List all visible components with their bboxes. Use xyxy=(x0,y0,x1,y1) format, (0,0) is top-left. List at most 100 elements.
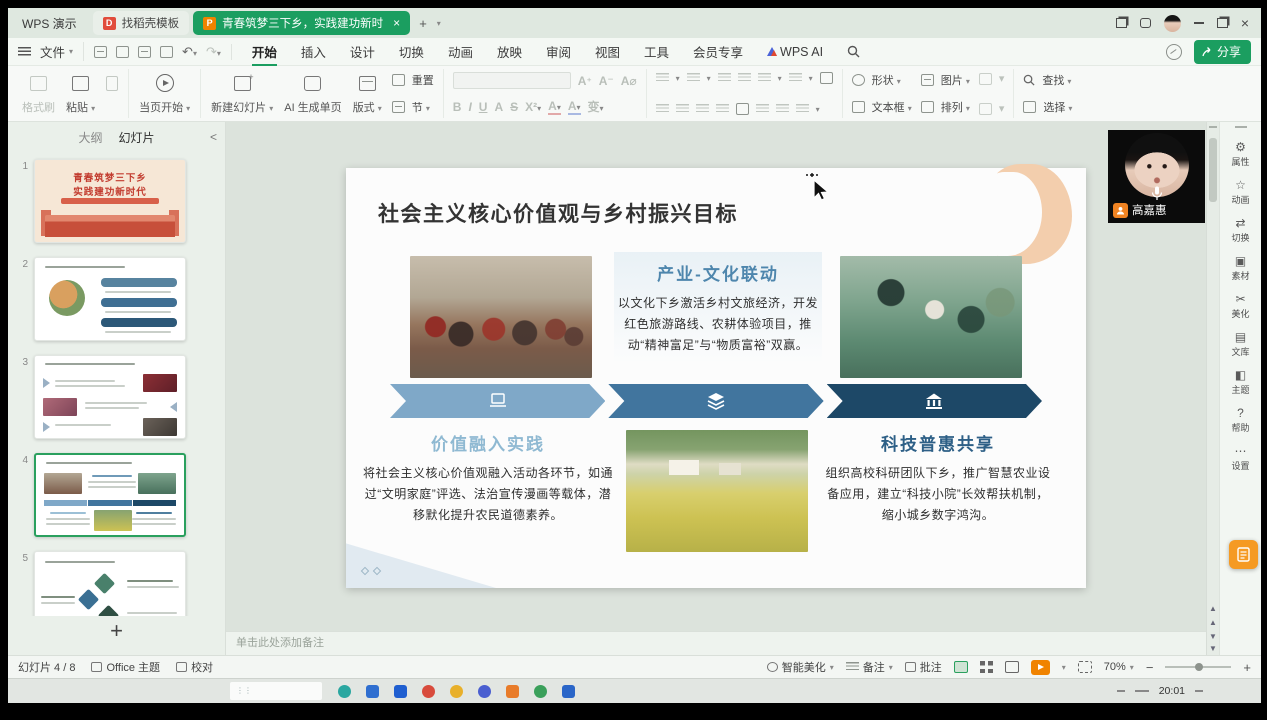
slide-thumbnail-3[interactable] xyxy=(34,355,186,439)
clear-format-icon[interactable]: A⌀ xyxy=(621,74,637,88)
taskbar-app-icon-1[interactable] xyxy=(338,685,351,698)
rail-library[interactable]: ▤文库 xyxy=(1231,330,1249,358)
paste-button[interactable]: 粘贴 ▾ xyxy=(65,69,96,118)
current-slide[interactable]: 社会主义核心价值观与乡村振兴目标 产业-文化联动 以文化下乡激活乡村文旅经济，开… xyxy=(346,168,1086,588)
textblock-industry-culture[interactable]: 产业-文化联动 以文化下乡激活乡村文旅经济，开发红色旅游路线、农耕体验项目，推动… xyxy=(614,252,822,364)
rail-theme[interactable]: ◧主题 xyxy=(1231,368,1249,396)
next-slide-icon[interactable]: ▼ xyxy=(1207,632,1219,641)
taskbar-window-preview[interactable]: ⋮⋮ xyxy=(230,682,322,700)
align-right-icon[interactable] xyxy=(696,104,709,114)
tab-current-document[interactable]: P 青春筑梦三下乡，实践建功新时 × xyxy=(193,11,410,35)
zoom-level[interactable]: 70% ▾ xyxy=(1104,661,1134,673)
taskbar-app-icon-2[interactable] xyxy=(366,685,379,698)
taskbar-app-icon-7[interactable] xyxy=(506,685,519,698)
slide-thumbnail-1[interactable]: 青春筑梦三下乡 实践建功新时代 xyxy=(34,159,186,243)
slideshow-play-button[interactable] xyxy=(1031,660,1050,675)
italic-button[interactable]: I xyxy=(468,100,471,114)
rail-collapse-icon[interactable] xyxy=(1235,126,1247,128)
line-spacing-icon[interactable] xyxy=(758,73,771,83)
output-icon[interactable] xyxy=(116,46,129,58)
scrollbar-thumb[interactable] xyxy=(1209,138,1217,202)
fill-color-button[interactable]: ▾ xyxy=(979,72,1005,85)
photo-villagers-gathering[interactable] xyxy=(410,256,592,378)
scroll-up-icon[interactable]: ▲ xyxy=(1207,604,1219,613)
reset-button[interactable]: 重置 xyxy=(392,72,434,88)
taskbar-app-icon-8[interactable] xyxy=(534,685,547,698)
taskbar-app-icon-6[interactable] xyxy=(478,685,491,698)
rail-help[interactable]: ?帮助 xyxy=(1231,406,1249,434)
smart-beautify-button[interactable]: 智能美化 ▾ xyxy=(767,659,834,675)
fit-slide-button[interactable] xyxy=(1078,661,1092,673)
menu-design[interactable]: 设计 xyxy=(338,37,387,66)
slide-thumbnail-2[interactable] xyxy=(34,257,186,341)
reading-view-button[interactable] xyxy=(1005,661,1019,673)
floating-assistant-widget[interactable] xyxy=(1229,540,1258,569)
notes-button[interactable]: 备注 ▾ xyxy=(846,659,893,675)
zoom-slider[interactable] xyxy=(1165,666,1231,668)
text-effect-button[interactable]: 变▾ xyxy=(588,98,604,115)
align-center-icon[interactable] xyxy=(676,104,689,114)
rail-settings[interactable]: ⋯设置 xyxy=(1231,444,1249,472)
picture-button[interactable]: 图片 ▾ xyxy=(921,72,970,88)
zoom-slider-knob[interactable] xyxy=(1195,663,1203,671)
increase-indent-icon[interactable] xyxy=(738,73,751,83)
theme-button[interactable]: Office 主题 xyxy=(91,659,160,675)
play-from-current-button[interactable]: 当页开始 ▾ xyxy=(138,69,191,118)
new-tab-button[interactable]: + xyxy=(414,16,432,31)
convert-smartart-icon[interactable] xyxy=(820,72,833,84)
notes-placeholder[interactable]: 单击此处添加备注 xyxy=(226,631,1206,655)
show-desktop-button[interactable] xyxy=(1195,690,1203,692)
tray-icon-1[interactable] xyxy=(1117,690,1125,692)
rail-properties[interactable]: ⚙属性 xyxy=(1231,140,1249,168)
columns-icon[interactable] xyxy=(736,103,749,115)
zoom-in-button[interactable]: + xyxy=(1243,660,1251,675)
cloud-sync-icon[interactable] xyxy=(1166,44,1182,60)
slide-canvas[interactable]: 社会主义核心价值观与乡村振兴目标 产业-文化联动 以文化下乡激活乡村文旅经济，开… xyxy=(226,122,1206,631)
normal-view-button[interactable] xyxy=(954,661,968,673)
arrange-button[interactable]: 排列 ▾ xyxy=(921,99,970,115)
scrollbar-splitter[interactable] xyxy=(1209,126,1217,128)
slide-thumbnail-5[interactable] xyxy=(34,551,186,616)
process-arrow-band[interactable] xyxy=(390,384,1042,418)
close-tab-icon[interactable]: × xyxy=(393,16,400,30)
menu-wps-ai[interactable]: WPS AI xyxy=(755,40,835,64)
menu-insert[interactable]: 插入 xyxy=(289,37,338,66)
strikethrough-button[interactable]: S xyxy=(510,100,518,114)
taskbar-app-icon-9[interactable] xyxy=(562,685,575,698)
new-slide-button[interactable]: + 新建幻灯片 ▾ xyxy=(210,69,274,118)
proofread-button[interactable]: 校对 xyxy=(176,659,213,675)
slide-sorter-view-button[interactable] xyxy=(980,661,993,673)
integrations-icon[interactable] xyxy=(1140,18,1151,28)
print-icon[interactable] xyxy=(138,46,151,58)
menu-transition[interactable]: 切换 xyxy=(387,37,436,66)
rail-assets[interactable]: ▣素材 xyxy=(1231,254,1249,282)
add-slide-button[interactable]: + xyxy=(8,616,225,644)
menu-slideshow[interactable]: 放映 xyxy=(485,37,534,66)
find-button[interactable]: 查找 ▾ xyxy=(1023,72,1072,88)
decrease-indent-icon[interactable] xyxy=(718,73,731,83)
text-direction-icon[interactable] xyxy=(789,73,802,83)
tab-slides[interactable]: 幻灯片 xyxy=(119,129,155,146)
textblock-tech-sharing[interactable]: 科技普惠共享 组织高校科研团队下乡，推广智慧农业设备应用，建立“科技小院”长效帮… xyxy=(824,430,1052,526)
slide-title[interactable]: 社会主义核心价值观与乡村振兴目标 xyxy=(378,198,738,228)
bold-button[interactable]: B xyxy=(453,100,462,114)
search-icon[interactable] xyxy=(835,40,872,63)
font-name-input[interactable] xyxy=(453,72,571,89)
vertical-align-icon[interactable] xyxy=(756,104,769,114)
minimize-button[interactable] xyxy=(1194,22,1204,24)
justify-icon[interactable] xyxy=(716,104,729,114)
increase-font-icon[interactable]: A⁺ xyxy=(578,74,592,88)
undo-icon[interactable]: ↶▾ xyxy=(182,44,197,60)
comment-button[interactable]: 批注 xyxy=(905,659,942,675)
save-icon[interactable] xyxy=(94,46,107,58)
layout-button[interactable]: 版式 ▾ xyxy=(352,69,383,118)
webcam-overlay[interactable]: 高嘉惠 xyxy=(1108,130,1205,223)
select-button[interactable]: 选择 ▾ xyxy=(1023,99,1072,115)
menu-review[interactable]: 审阅 xyxy=(534,37,583,66)
rail-animation[interactable]: ☆动画 xyxy=(1231,178,1249,206)
play-options-dropdown-icon[interactable]: ▾ xyxy=(1062,663,1066,672)
rail-beautify[interactable]: ✂美化 xyxy=(1231,292,1249,320)
slide-thumbnail-4-selected[interactable] xyxy=(34,453,186,537)
vertical-scrollbar[interactable]: ▲ ▲ ▼ ▼ xyxy=(1206,122,1219,655)
tab-docer-templates[interactable]: D 找稻壳模板 xyxy=(93,11,190,35)
